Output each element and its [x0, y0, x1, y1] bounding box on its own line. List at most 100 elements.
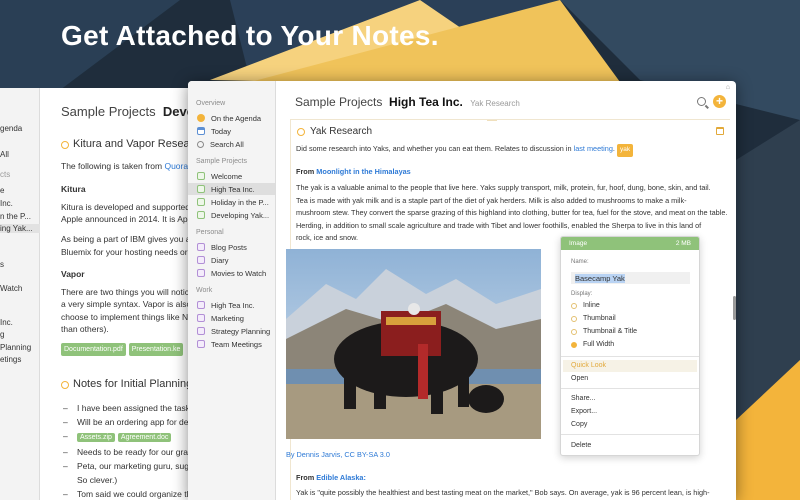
tag-badge[interactable]: yak: [616, 144, 634, 157]
note-icon: [197, 243, 205, 251]
note-line: Kitura is developed and supported b: [61, 202, 198, 212]
last-meeting-link[interactable]: last meeting: [574, 144, 613, 153]
list-continuation: So clever.): [77, 475, 118, 485]
note-title: Notes for Initial Planning: [73, 378, 193, 390]
sidebar-fragment: genda: [0, 124, 23, 133]
sidebar-fragment: s: [0, 260, 4, 269]
list-item: Peta, our marketing guru, sugge: [63, 461, 198, 471]
sidebar-item-work-high-tea[interactable]: High Tea Inc.: [188, 299, 275, 311]
note-icon: [197, 211, 205, 219]
sidebar-item-today[interactable]: Today: [188, 125, 275, 137]
sidebar-item-high-tea[interactable]: High Tea Inc.: [188, 183, 275, 195]
divider: [561, 356, 699, 357]
menu-item-copy[interactable]: Copy: [571, 421, 587, 428]
sidebar-item-strategy[interactable]: Strategy Planning: [188, 325, 275, 337]
attachment-tag[interactable]: Presentation.ke: [128, 343, 184, 356]
list-item: Assets.zipAgreement.doc: [63, 431, 174, 442]
headline: Get Attached to Your Notes.: [61, 20, 439, 51]
attachment-tag[interactable]: Assets.zip: [77, 433, 115, 442]
page-title: Sample Projects High Tea Inc. Yak Resear…: [295, 95, 520, 109]
kitura-heading: Kitura: [61, 184, 86, 194]
list-item: I have been assigned the task of: [63, 403, 199, 413]
list-item: Needs to be ready for our grand: [63, 447, 197, 457]
attachment-tag[interactable]: Agreement.doc: [117, 433, 172, 442]
yak-image-attachment[interactable]: [286, 249, 541, 439]
note-icon: [197, 185, 205, 193]
note-icon: [197, 269, 205, 277]
divider: [561, 434, 699, 435]
scrollbar[interactable]: [733, 296, 736, 320]
note-icon: [197, 198, 205, 206]
section-label-work: Work: [196, 287, 213, 294]
note-title: Yak Research: [310, 126, 373, 137]
calendar-icon[interactable]: [716, 127, 724, 135]
source-link[interactable]: Moonlight in the Himalayas: [316, 167, 410, 176]
sidebar-item-search-all[interactable]: Search All: [188, 138, 275, 150]
note-intro: Did some research into Yaks, and whether…: [296, 143, 634, 157]
source-heading: From Edible Alaska:: [296, 473, 366, 482]
name-field[interactable]: Basecamp Yak: [571, 272, 690, 284]
source-link[interactable]: Edible Alaska:: [316, 473, 366, 482]
sidebar-fragment: Watch: [0, 284, 23, 293]
menu-item-delete[interactable]: Delete: [571, 442, 591, 449]
sidebar-item-label: Holiday in the P...: [211, 197, 269, 207]
note-icon: [197, 314, 205, 322]
sidebar-item-team-meetings[interactable]: Team Meetings: [188, 338, 275, 350]
attachment-tags: Documentation.pdf Presentation.ke: [61, 343, 186, 356]
sidebar-fragment: n the P...: [0, 212, 31, 221]
note-line: a very simple syntax. Vapor is also the: [61, 299, 206, 309]
note-icon: [197, 340, 205, 348]
note-circle-icon[interactable]: [297, 127, 305, 136]
search-icon: [197, 140, 204, 148]
sidebar-item-label: Team Meetings: [211, 339, 262, 349]
menu-item-share[interactable]: Share...: [571, 395, 596, 402]
sidebar-item-movies[interactable]: Movies to Watch: [188, 267, 275, 279]
display-option-thumbnail[interactable]: Thumbnail: [571, 315, 616, 322]
menu-item-open[interactable]: Open: [571, 375, 588, 382]
vapor-heading: Vapor: [61, 269, 85, 279]
sidebar-item-diary[interactable]: Diary: [188, 254, 275, 266]
sidebar-item-on-the-agenda[interactable]: On the Agenda: [188, 112, 275, 124]
sidebar-item-label: Strategy Planning: [211, 326, 271, 336]
sidebar-item-label: High Tea Inc.: [211, 300, 255, 310]
image-caption[interactable]: By Dennis Jarvis, CC BY-SA 3.0: [286, 450, 390, 459]
display-option-inline[interactable]: Inline: [571, 302, 600, 309]
paragraph-line: The yak is a valuable animal to the peop…: [296, 183, 711, 192]
agenda-icon: [197, 114, 205, 122]
sidebar-item-label: Diary: [211, 255, 229, 265]
share-icon[interactable]: ⌂: [726, 84, 730, 91]
sidebar-fragment: g: [0, 330, 5, 339]
note-line: Apple announced in 2014. It is Apach: [61, 214, 202, 224]
background-title-prefix: Sample Projects: [61, 104, 156, 119]
note-icon: [197, 256, 205, 264]
sidebar-item-blog-posts[interactable]: Blog Posts: [188, 241, 275, 253]
quora-link[interactable]: Quora: [164, 161, 188, 171]
radio-icon: [571, 302, 577, 309]
add-note-button[interactable]: +: [713, 95, 726, 108]
menu-item-export[interactable]: Export...: [571, 408, 597, 415]
paragraph-line: Yak is "quite possibly the healthiest an…: [296, 488, 710, 497]
attachment-tag[interactable]: Documentation.pdf: [61, 343, 126, 356]
sidebar-item-label: Developing Yak...: [211, 210, 270, 220]
sidebar-item-marketing[interactable]: Marketing: [188, 312, 275, 324]
menu-item-quick-look[interactable]: Quick Look: [571, 362, 606, 369]
source-heading: From Moonlight in the Himalayas: [296, 167, 411, 176]
sidebar-item-label: Welcome: [211, 171, 243, 181]
display-option-thumbnail-title[interactable]: Thumbnail & Title: [571, 328, 637, 335]
sidebar-item-welcome[interactable]: Welcome: [188, 170, 275, 182]
sidebar-item-holiday[interactable]: Holiday in the P...: [188, 196, 275, 208]
section-label-overview: Overview: [196, 100, 226, 107]
radio-selected-icon: [571, 341, 577, 348]
note-line: than others).: [61, 324, 109, 334]
note-title: Kitura and Vapor Researc: [73, 138, 199, 150]
search-icon[interactable]: [697, 97, 706, 106]
note-line: The following is taken from Quora: [61, 161, 189, 171]
popover-header: Image 2 MB: [561, 237, 699, 250]
sidebar-fragment: cts: [0, 170, 11, 179]
display-option-full-width[interactable]: Full Width: [571, 341, 614, 348]
list-item: Will be an ordering app for deliv: [63, 417, 196, 427]
sidebar-item-developing-yak[interactable]: Developing Yak...: [188, 209, 275, 221]
sidebar-fragment-selected: ing Yak...: [0, 224, 40, 233]
display-label: Display:: [571, 291, 593, 297]
sidebar-fragment: e: [0, 186, 5, 195]
